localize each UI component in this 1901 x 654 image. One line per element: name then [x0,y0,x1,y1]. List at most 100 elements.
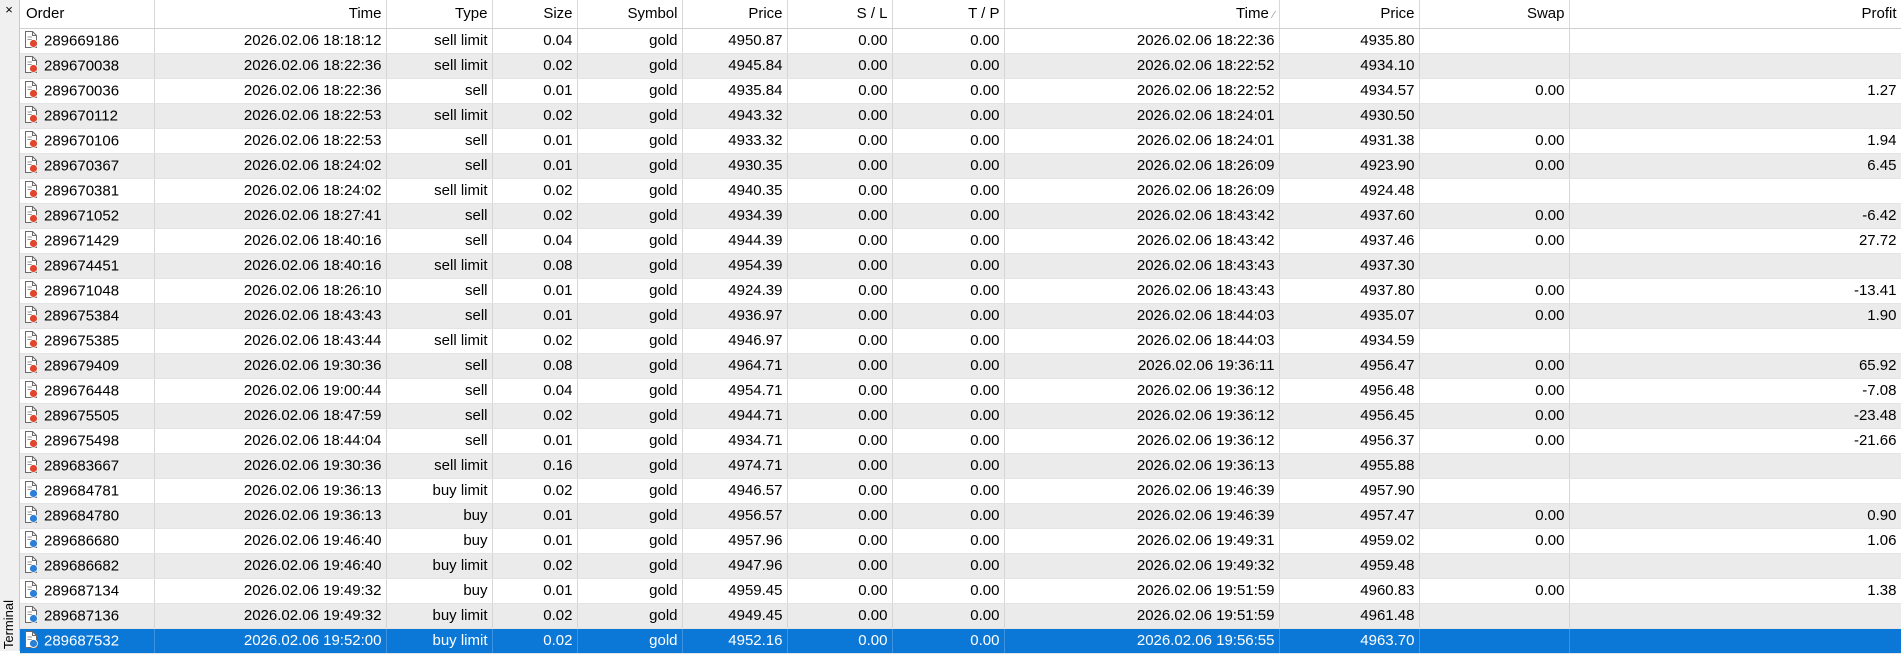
profit-cell [1569,628,1901,654]
table-header-row: Order Time Type Size Symbol Price S / L … [20,0,1901,29]
open-price-cell: 4934.71 [682,428,788,454]
size-cell: 0.02 [492,103,578,129]
table-row[interactable]: 289675505 2026.02.06 18:47:59 sell 0.02 gold… [20,403,1901,429]
table-row[interactable]: 289686682 2026.02.06 19:46:40 buy limit 0.0… [20,553,1901,579]
table-row[interactable]: 289671048 2026.02.06 18:26:10 sell 0.01 gold… [20,278,1901,304]
profit-cell: 27.72 [1569,228,1901,254]
sell-order-icon [24,181,38,199]
table-row[interactable]: 289684780 2026.02.06 19:36:13 buy 0.01 gold 4… [20,503,1901,529]
order-number: 289687134 [44,582,120,600]
order-number: 289676448 [44,382,120,400]
table-row[interactable]: 289669186 2026.02.06 18:18:12 sell limit 0.… [20,28,1901,54]
column-header-symbol[interactable]: Symbol [577,0,683,29]
close-icon[interactable]: × [1,1,17,19]
column-header-time[interactable]: Time [154,0,387,29]
profit-cell [1569,103,1901,129]
profit-cell [1569,328,1901,354]
stop-loss-cell: 0.00 [787,278,893,304]
table-row[interactable]: 289684781 2026.02.06 19:36:13 buy limit 0.0… [20,478,1901,504]
open-time-cell: 2026.02.06 18:22:36 [154,78,387,104]
take-profit-cell: 0.00 [892,528,1005,554]
size-cell: 0.02 [492,478,578,504]
symbol-cell: gold [577,203,683,229]
order-number: 289687532 [44,632,120,650]
open-time-cell: 2026.02.06 19:30:36 [154,453,387,479]
close-price-cell: 4934.59 [1279,328,1420,354]
table-row[interactable]: 289675384 2026.02.06 18:43:43 sell 0.01 gold… [20,303,1901,329]
symbol-cell: gold [577,453,683,479]
column-header-take-profit[interactable]: T / P [892,0,1005,29]
buy-order-icon [24,631,38,649]
swap-cell: 0.00 [1419,503,1570,529]
type-cell: sell [386,78,493,104]
swap-cell: 0.00 [1419,303,1570,329]
order-cell: 289687136 [20,603,155,629]
open-price-cell: 4947.96 [682,553,788,579]
swap-cell [1419,628,1570,654]
symbol-cell: gold [577,53,683,79]
order-number: 289670038 [44,57,120,75]
column-header-close-time[interactable]: Time ⁄ [1004,0,1280,29]
stop-loss-cell: 0.00 [787,53,893,79]
column-header-order[interactable]: Order [20,0,155,29]
table-row[interactable]: 289683667 2026.02.06 19:30:36 sell limit 0.… [20,453,1901,479]
table-row[interactable]: 289674451 2026.02.06 18:40:16 sell limit 0.… [20,253,1901,279]
swap-cell [1419,453,1570,479]
table-row[interactable]: 289671052 2026.02.06 18:27:41 sell 0.02 gold… [20,203,1901,229]
table-row[interactable]: 289675385 2026.02.06 18:43:44 sell limit 0.… [20,328,1901,354]
order-number: 289670112 [44,107,118,125]
order-cell: 289670106 [20,128,155,154]
take-profit-cell: 0.00 [892,278,1005,304]
order-cell: 289675385 [20,328,155,354]
profit-cell: -13.41 [1569,278,1901,304]
column-header-size[interactable]: Size [492,0,578,29]
symbol-cell: gold [577,78,683,104]
stop-loss-cell: 0.00 [787,503,893,529]
open-time-cell: 2026.02.06 18:22:36 [154,53,387,79]
open-time-cell: 2026.02.06 18:26:10 [154,278,387,304]
type-cell: sell [386,303,493,329]
table-row[interactable]: 289670381 2026.02.06 18:24:02 sell limit 0.… [20,178,1901,204]
order-number: 289686682 [44,557,120,575]
table-row[interactable]: 289671429 2026.02.06 18:40:16 sell 0.04 gold… [20,228,1901,254]
order-cell: 289676448 [20,378,155,404]
table-row[interactable]: 289670036 2026.02.06 18:22:36 sell 0.01 gold… [20,78,1901,104]
order-number: 289675384 [44,307,120,325]
column-header-type[interactable]: Type [386,0,493,29]
swap-cell: 0.00 [1419,428,1570,454]
table-row[interactable]: 289676448 2026.02.06 19:00:44 sell 0.04 gold… [20,378,1901,404]
table-row[interactable]: 289687134 2026.02.06 19:49:32 buy 0.01 gold 4… [20,578,1901,604]
close-time-cell: 2026.02.06 19:49:31 [1004,528,1280,554]
order-number: 289687136 [44,607,120,625]
table-row[interactable]: 289670106 2026.02.06 18:22:53 sell 0.01 gold… [20,128,1901,154]
profit-cell [1569,603,1901,629]
order-cell: 289687532 [20,628,155,654]
table-row[interactable]: 289670038 2026.02.06 18:22:36 sell limit 0.… [20,53,1901,79]
table-row[interactable]: 289670367 2026.02.06 18:24:02 sell 0.01 gold… [20,153,1901,179]
order-number: 289679409 [44,357,120,375]
profit-cell [1569,28,1901,54]
stop-loss-cell: 0.00 [787,28,893,54]
take-profit-cell: 0.00 [892,578,1005,604]
open-price-cell: 4956.57 [682,503,788,529]
close-price-cell: 4955.88 [1279,453,1420,479]
table-row[interactable]: 289686680 2026.02.06 19:46:40 buy 0.01 gold 4… [20,528,1901,554]
column-header-close-price[interactable]: Price [1279,0,1420,29]
symbol-cell: gold [577,303,683,329]
profit-cell [1569,553,1901,579]
table-row[interactable]: 289675498 2026.02.06 18:44:04 sell 0.01 gold… [20,428,1901,454]
size-cell: 0.01 [492,578,578,604]
close-time-cell: 2026.02.06 19:51:59 [1004,603,1280,629]
size-cell: 0.02 [492,203,578,229]
column-header-swap[interactable]: Swap [1419,0,1570,29]
table-row[interactable]: 289687532 2026.02.06 19:52:00 buy limit 0.0… [20,628,1901,654]
table-row[interactable]: 289679409 2026.02.06 19:30:36 sell 0.08 gold… [20,353,1901,379]
type-cell: buy limit [386,478,493,504]
table-row[interactable]: 289687136 2026.02.06 19:49:32 buy limit 0.0… [20,603,1901,629]
close-time-cell: 2026.02.06 19:36:12 [1004,428,1280,454]
swap-cell [1419,53,1570,79]
column-header-stop-loss[interactable]: S / L [787,0,893,29]
table-row[interactable]: 289670112 2026.02.06 18:22:53 sell limit 0.… [20,103,1901,129]
column-header-profit[interactable]: Profit [1569,0,1901,29]
column-header-price[interactable]: Price [682,0,788,29]
